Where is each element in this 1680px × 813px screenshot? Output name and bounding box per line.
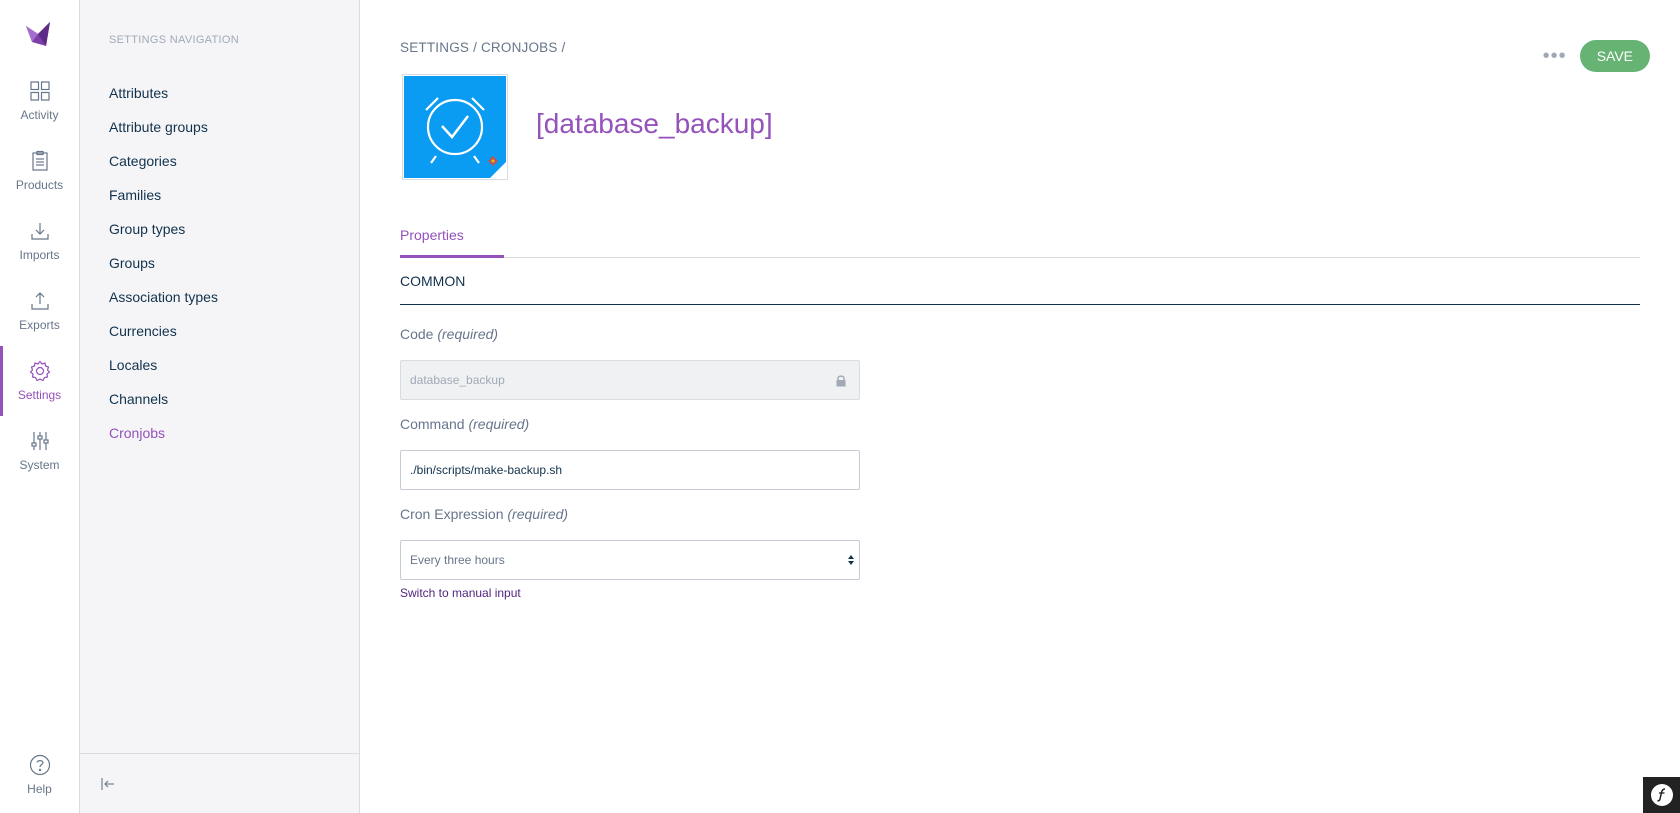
menu-item-activity[interactable]: Activity [0,66,79,136]
settings-nav-item-association-types[interactable]: Association types [109,280,218,314]
settings-nav-item-groups[interactable]: Groups [109,246,218,280]
menu-item-label: Exports [19,318,60,332]
cron-expression-label-text: Cron Expression [400,506,504,522]
settings-nav-item-cronjobs[interactable]: Cronjobs [109,416,218,450]
required-marker: (required) [468,416,530,432]
more-actions-button[interactable]: ••• [1540,40,1570,72]
settings-navigation-list: Attributes Attribute groups Categories F… [109,76,218,450]
settings-nav-item-locales[interactable]: Locales [109,348,218,382]
menu-item-label: System [19,458,60,472]
command-value: ./bin/scripts/make-backup.sh [410,463,563,477]
breadcrumb-separator: / [473,40,478,55]
cron-expression-select[interactable]: Every three hours [400,540,860,580]
help-label: Help [27,782,52,796]
symfony-icon [1650,784,1673,806]
alarm-clock-icon [404,76,506,178]
help-icon [29,754,50,776]
settings-navigation-title: SETTINGS NAVIGATION [109,34,239,46]
settings-nav-item-attribute-groups[interactable]: Attribute groups [109,110,218,144]
code-input: database_backup [400,360,860,400]
cron-expression-label: Cron Expression (required) [400,506,860,528]
tab-bar: Properties [400,224,1640,258]
cronjob-image [402,74,508,180]
settings-navigation: SETTINGS NAVIGATION Attributes Attribute… [80,0,360,813]
main-menu: Activity Products Imports Exports Settin… [0,0,80,813]
symfony-toolbar-toggle[interactable] [1643,777,1680,813]
settings-icon [29,360,50,382]
settings-navigation-footer [80,753,359,813]
command-input[interactable]: ./bin/scripts/make-backup.sh [400,450,860,490]
required-marker: (required) [437,326,499,342]
menu-item-system[interactable]: System [0,416,79,486]
breadcrumb: SETTINGS / CRONJOBS / [400,40,565,55]
command-label-text: Command [400,416,465,432]
menu-item-products[interactable]: Products [0,136,79,206]
imports-icon [30,223,49,240]
settings-nav-item-attributes[interactable]: Attributes [109,76,218,110]
menu-item-label: Activity [20,108,59,122]
settings-nav-item-group-types[interactable]: Group types [109,212,218,246]
settings-nav-item-families[interactable]: Families [109,178,218,212]
code-field: Code (required) database_backup [400,326,860,400]
lock-icon [836,375,846,387]
akeneo-logo[interactable] [20,16,56,52]
main-content: SETTINGS / CRONJOBS / ••• SAVE [database… [360,0,1680,813]
code-label: Code (required) [400,326,860,348]
menu-item-label: Products [15,178,64,192]
menu-item-imports[interactable]: Imports [0,206,79,276]
settings-nav-item-categories[interactable]: Categories [109,144,218,178]
section-title-common: COMMON [400,272,1640,305]
save-button[interactable]: SAVE [1579,40,1650,72]
exports-icon [30,292,49,310]
system-icon [30,432,49,450]
tab-properties[interactable]: Properties [400,224,504,258]
required-marker: (required) [507,506,569,522]
code-value: database_backup [410,373,505,387]
menu-item-settings[interactable]: Settings [0,346,79,416]
command-field: Command (required) ./bin/scripts/make-ba… [400,416,860,490]
menu-item-label: Imports [19,248,60,262]
header-actions: ••• SAVE [1540,40,1650,72]
activity-icon [29,81,50,101]
cron-expression-field: Cron Expression (required) Every three h… [400,506,860,600]
cron-expression-value: Every three hours [410,553,505,567]
command-label: Command (required) [400,416,860,438]
select-arrows-icon [848,555,854,565]
menu-item-exports[interactable]: Exports [0,276,79,346]
products-icon [31,150,48,171]
breadcrumb-separator: / [561,40,566,55]
breadcrumb-item-settings[interactable]: SETTINGS [400,40,469,55]
settings-nav-item-channels[interactable]: Channels [109,382,218,416]
settings-nav-item-currencies[interactable]: Currencies [109,314,218,348]
switch-to-manual-input-link[interactable]: Switch to manual input [400,586,860,600]
menu-item-help[interactable]: Help [0,740,79,810]
code-label-text: Code [400,326,434,342]
breadcrumb-item-cronjobs[interactable]: CRONJOBS [481,40,558,55]
menu-item-label: Settings [17,388,62,402]
page-title: [database_backup] [536,108,773,139]
collapse-panel-icon[interactable] [100,776,116,792]
